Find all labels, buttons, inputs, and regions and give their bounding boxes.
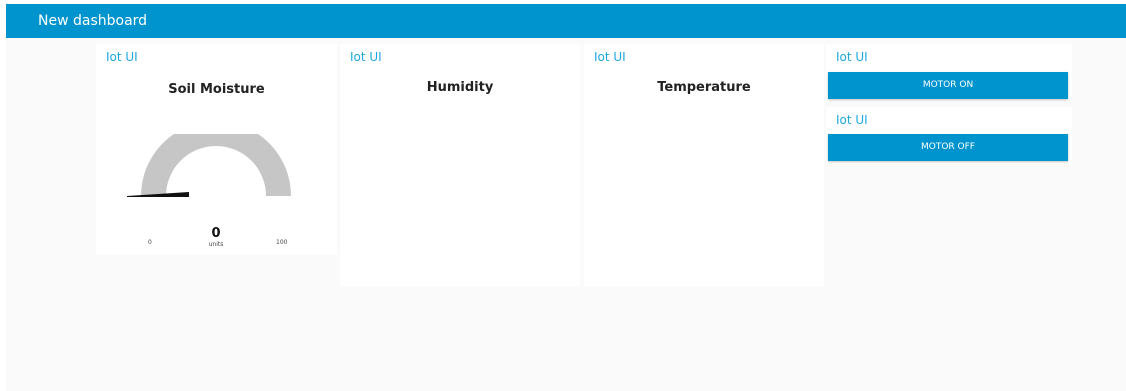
- gauge-value: 0: [211, 226, 221, 241]
- motor-off-button[interactable]: MOTOR OFF: [828, 134, 1068, 161]
- group-title: Iot UI: [836, 50, 868, 64]
- humidity-title: Humidity: [426, 80, 494, 95]
- group-title: Iot UI: [594, 50, 626, 64]
- dashboard-title: New dashboard: [38, 13, 148, 29]
- gauge-max-label: 100: [276, 239, 288, 246]
- motor-off-group: Iot UI MOTOR OFF: [826, 107, 1072, 164]
- motor-on-group: Iot UI MOTOR ON: [826, 44, 1072, 101]
- soil-moisture-gauge: [127, 134, 291, 197]
- group-title: Iot UI: [106, 50, 138, 64]
- top-toolbar: New dashboard: [6, 4, 1126, 38]
- soil-moisture-title: Soil Moisture: [168, 82, 265, 97]
- temperature-card: Iot UI Temperature: [584, 44, 824, 286]
- gauge-units: units: [208, 241, 224, 248]
- dashboard-app: New dashboard Iot UI Soil Moisture 0 uni…: [6, 4, 1126, 391]
- group-title: Iot UI: [836, 113, 868, 127]
- gauge-track: [141, 134, 291, 196]
- gauge-min-label: 0: [148, 239, 152, 246]
- temperature-title: Temperature: [657, 80, 751, 95]
- group-title: Iot UI: [350, 50, 382, 64]
- humidity-card: Iot UI Humidity: [340, 44, 580, 286]
- soil-moisture-card: Iot UI Soil Moisture 0 units 0 100: [96, 44, 337, 255]
- motor-on-button[interactable]: MOTOR ON: [828, 72, 1068, 99]
